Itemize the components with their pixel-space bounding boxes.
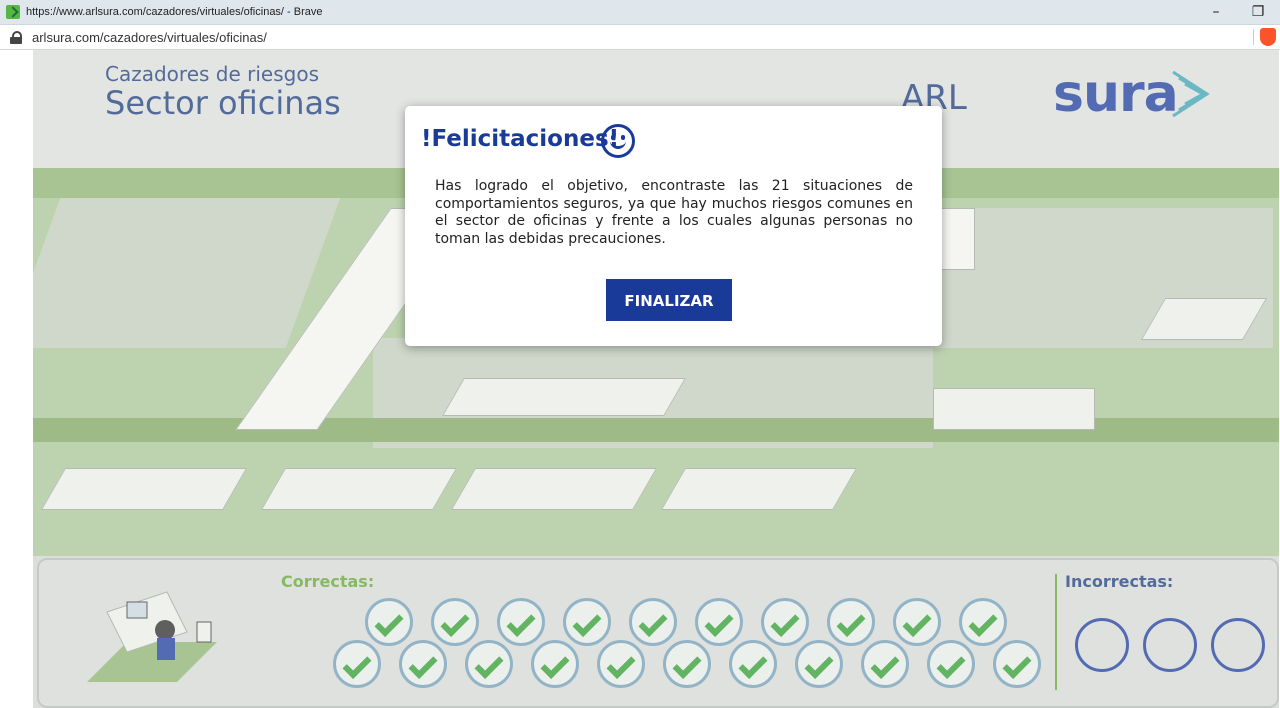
congratulations-dialog: !Felicitaciones! Has logrado el objetivo… — [405, 106, 942, 346]
minimize-button[interactable]: – — [1196, 2, 1236, 22]
restore-button[interactable]: ❐ — [1238, 2, 1278, 22]
brave-shields-icon[interactable] — [1260, 28, 1276, 46]
address-bar-divider — [1253, 29, 1254, 45]
finish-button[interactable]: FINALIZAR — [606, 279, 732, 321]
window-title-bar: https://www.arlsura.com/cazadores/virtua… — [0, 0, 1280, 25]
address-bar[interactable]: arlsura.com/cazadores/virtuales/oficinas… — [0, 25, 1280, 50]
site-favicon-icon — [6, 5, 20, 19]
dialog-title: !Felicitaciones! — [421, 126, 620, 152]
url-text[interactable]: arlsura.com/cazadores/virtuales/oficinas… — [32, 30, 267, 45]
lock-icon — [10, 30, 22, 44]
smiley-icon — [601, 124, 635, 158]
dialog-message: Has logrado el objetivo, encontraste las… — [435, 178, 913, 247]
window-title: https://www.arlsura.com/cazadores/virtua… — [26, 6, 323, 18]
